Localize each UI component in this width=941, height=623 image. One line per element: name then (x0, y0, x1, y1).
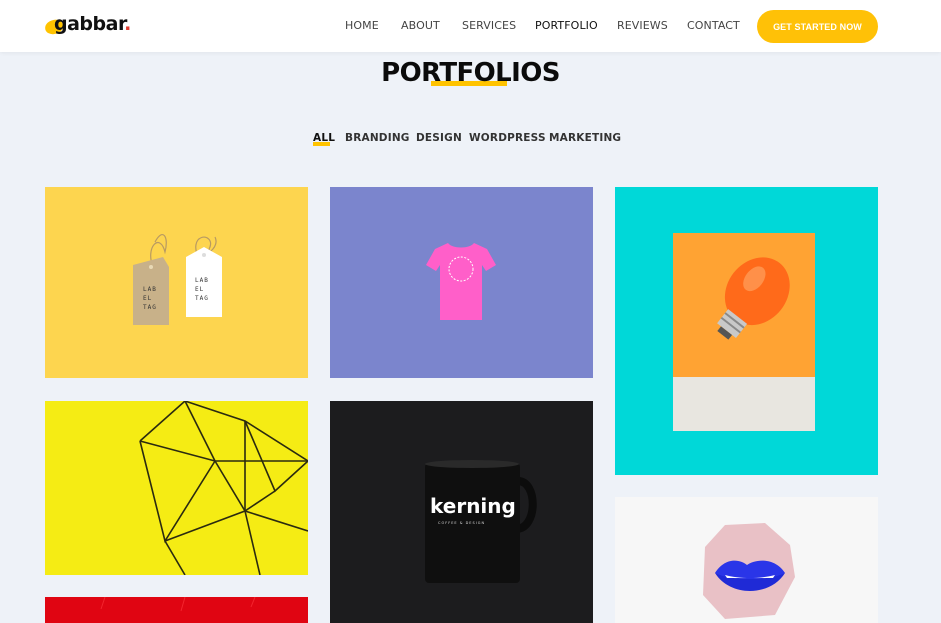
filter-wordpress[interactable]: WORDPRESS (469, 132, 546, 144)
site-header: gabbar. HOME ABOUT SERVICES PORTFOLIO RE… (0, 0, 941, 52)
portfolio-item-mug[interactable]: kerning COFFEE & DESIGN (330, 401, 593, 623)
portfolio-item-tshirt[interactable] (330, 187, 593, 378)
nav-contact[interactable]: CONTACT (687, 19, 740, 32)
svg-text:TAG: TAG (195, 295, 209, 302)
svg-text:EL: EL (195, 286, 204, 293)
nav-about[interactable]: ABOUT (401, 19, 440, 32)
portfolio-item-lightbulb[interactable] (615, 187, 878, 475)
mug-image: kerning COFFEE & DESIGN (425, 460, 537, 583)
filter-design[interactable]: DESIGN (416, 132, 462, 144)
lips-image (703, 523, 795, 619)
nav-reviews[interactable]: REVIEWS (617, 19, 668, 32)
portfolio-item-red[interactable] (45, 597, 308, 623)
get-started-button[interactable]: GET STARTED NOW (757, 10, 878, 43)
svg-text:LAB: LAB (143, 286, 157, 293)
label-tags-image: LAB EL TAG LAB EL TAG (133, 234, 222, 325)
nav-portfolio[interactable]: PORTFOLIO (535, 19, 598, 32)
section-header: PORTFOLIOS (0, 58, 941, 88)
nav-home[interactable]: HOME (345, 19, 379, 32)
brand-name: gabbar. (54, 13, 131, 35)
svg-text:kerning: kerning (430, 494, 516, 518)
svg-text:EL: EL (143, 295, 152, 302)
svg-text:LAB: LAB (195, 277, 209, 284)
tshirt-image (426, 243, 496, 320)
filter-marketing[interactable]: MARKETING (549, 132, 621, 144)
portfolio-item-label-tags[interactable]: LAB EL TAG LAB EL TAG (45, 187, 308, 378)
portfolio-item-geometric[interactable] (45, 401, 308, 575)
filter-branding[interactable]: BRANDING (345, 132, 410, 144)
nav-services[interactable]: SERVICES (462, 19, 516, 32)
geometric-wire-image (139, 401, 308, 575)
page-title: PORTFOLIOS (381, 58, 560, 88)
svg-text:COFFEE & DESIGN: COFFEE & DESIGN (438, 521, 485, 525)
filter-all[interactable]: ALL (313, 132, 335, 144)
red-texture-image (100, 597, 256, 612)
portfolio-item-lips[interactable] (615, 497, 878, 623)
lightbulb-image (673, 233, 815, 431)
svg-text:TAG: TAG (143, 304, 157, 311)
